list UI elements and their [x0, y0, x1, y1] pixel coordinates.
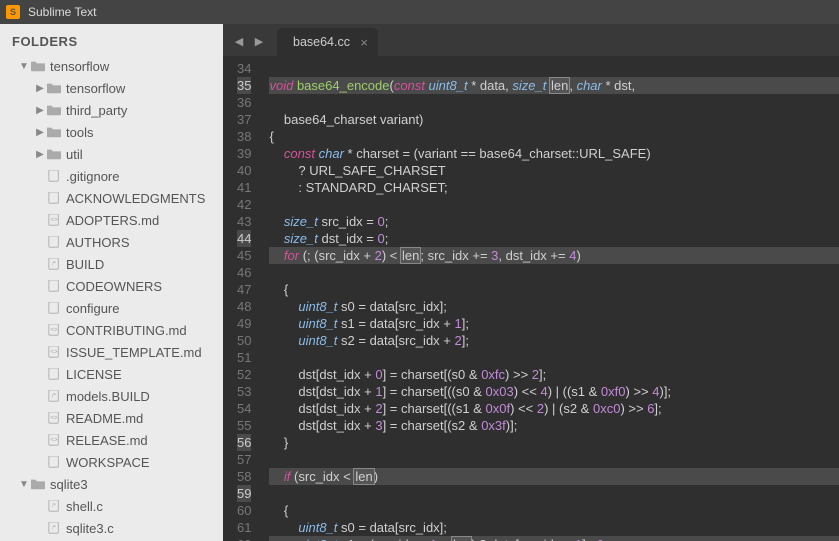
file-icon [46, 301, 62, 315]
file-icon: /* [46, 499, 62, 513]
file-icon: <> [46, 213, 62, 227]
tab-label: base64.cc [293, 35, 350, 49]
tree-label: RELEASE.md [66, 433, 148, 448]
tree-label: sqlite3.c [66, 521, 114, 536]
folder-item-tensorflow[interactable]: ▶ tensorflow [4, 77, 223, 99]
tree-label: BUILD [66, 257, 104, 272]
file-icon: <> [46, 345, 62, 359]
disclosure-icon: ▶ [34, 105, 46, 116]
disclosure-icon: ▶ [34, 149, 46, 160]
tree-label: tools [66, 125, 93, 140]
file-item-configure[interactable]: configure [4, 297, 223, 319]
disclosure-icon: ▼ [18, 61, 30, 72]
tree-label: third_party [66, 103, 127, 118]
nav-forward-icon[interactable]: ▶ [252, 34, 266, 48]
file-item-contributing-md[interactable]: <> CONTRIBUTING.md [4, 319, 223, 341]
window-title: Sublime Text [28, 5, 96, 19]
file-icon: <> [46, 323, 62, 337]
file-icon [46, 191, 62, 205]
file-icon [46, 169, 62, 183]
tab-base64[interactable]: base64.cc × [277, 28, 378, 56]
file-icon [46, 235, 62, 249]
file-icon: /* [46, 257, 62, 271]
file-item-sqlite3-c[interactable]: /* sqlite3.c [4, 517, 223, 539]
file-item-release-md[interactable]: <> RELEASE.md [4, 429, 223, 451]
file-icon [46, 367, 62, 381]
file-icon: <> [46, 433, 62, 447]
tree-label: CONTRIBUTING.md [66, 323, 187, 338]
file-icon: /* [46, 389, 62, 403]
file-item-adopters-md[interactable]: <> ADOPTERS.md [4, 209, 223, 231]
file-icon: <> [46, 411, 62, 425]
editor-area: ◀ ▶ base64.cc × 343536373839404142434445… [223, 24, 839, 541]
svg-text:<>: <> [50, 218, 58, 224]
nav-back-icon[interactable]: ◀ [232, 34, 246, 48]
tree-label: shell.c [66, 499, 103, 514]
svg-text:/*: /* [52, 526, 57, 532]
folder-tree: ▼ tensorflow ▶ tensorflow ▶ third_party ▶ tools… [0, 55, 223, 539]
tree-label: .gitignore [66, 169, 119, 184]
folder-icon [46, 147, 62, 161]
folder-item-third_party[interactable]: ▶ third_party [4, 99, 223, 121]
svg-text:<>: <> [50, 416, 58, 422]
titlebar: S Sublime Text [0, 0, 839, 24]
file-item-authors[interactable]: AUTHORS [4, 231, 223, 253]
disclosure-icon: ▶ [34, 127, 46, 138]
file-item-build[interactable]: /* BUILD [4, 253, 223, 275]
folder-icon [46, 81, 62, 95]
folders-header: FOLDERS [0, 24, 223, 55]
tree-label: ACKNOWLEDGMENTS [66, 191, 205, 206]
file-item-shell-c[interactable]: /* shell.c [4, 495, 223, 517]
folder-icon [46, 125, 62, 139]
folder-item-tensorflow[interactable]: ▼ tensorflow [4, 55, 223, 77]
tree-label: tensorflow [50, 59, 109, 74]
tree-label: models.BUILD [66, 389, 150, 404]
tree-label: sqlite3 [50, 477, 88, 492]
disclosure-icon: ▼ [18, 479, 30, 490]
sidebar: FOLDERS ▼ tensorflow ▶ tensorflow ▶ third_par… [0, 24, 223, 541]
disclosure-icon: ▶ [34, 83, 46, 94]
file-icon [46, 279, 62, 293]
svg-text:<>: <> [50, 328, 58, 334]
file-item-models-build[interactable]: /* models.BUILD [4, 385, 223, 407]
folder-icon [30, 59, 46, 73]
tree-label: CODEOWNERS [66, 279, 162, 294]
svg-text:/*: /* [52, 504, 57, 510]
file-item-issue_template-md[interactable]: <> ISSUE_TEMPLATE.md [4, 341, 223, 363]
tree-label: AUTHORS [66, 235, 130, 250]
tree-label: util [66, 147, 83, 162]
line-gutter: 3435363738394041424344454647484950515253… [223, 56, 261, 541]
tree-label: configure [66, 301, 119, 316]
svg-text:<>: <> [50, 350, 58, 356]
file-item-workspace[interactable]: WORKSPACE [4, 451, 223, 473]
folder-item-util[interactable]: ▶ util [4, 143, 223, 165]
svg-text:/*: /* [52, 394, 57, 400]
folder-item-tools[interactable]: ▶ tools [4, 121, 223, 143]
file-icon [46, 455, 62, 469]
code-editor[interactable]: 3435363738394041424344454647484950515253… [223, 56, 839, 541]
file-item--gitignore[interactable]: .gitignore [4, 165, 223, 187]
app-icon: S [6, 5, 20, 19]
file-item-license[interactable]: LICENSE [4, 363, 223, 385]
tree-label: ISSUE_TEMPLATE.md [66, 345, 202, 360]
file-icon: /* [46, 521, 62, 535]
tree-label: README.md [66, 411, 143, 426]
tabbar: ◀ ▶ base64.cc × [223, 24, 839, 56]
tree-label: ADOPTERS.md [66, 213, 159, 228]
svg-text:/*: /* [52, 262, 57, 268]
tree-label: tensorflow [66, 81, 125, 96]
folder-icon [46, 103, 62, 117]
folder-item-sqlite3[interactable]: ▼ sqlite3 [4, 473, 223, 495]
folder-icon [30, 477, 46, 491]
code-content[interactable]: void base64_encode(const uint8_t * data,… [261, 56, 839, 541]
file-item-acknowledgments[interactable]: ACKNOWLEDGMENTS [4, 187, 223, 209]
file-item-codeowners[interactable]: CODEOWNERS [4, 275, 223, 297]
close-icon[interactable]: × [360, 35, 368, 50]
svg-text:<>: <> [50, 438, 58, 444]
tree-label: WORKSPACE [66, 455, 150, 470]
tree-label: LICENSE [66, 367, 122, 382]
file-item-readme-md[interactable]: <> README.md [4, 407, 223, 429]
